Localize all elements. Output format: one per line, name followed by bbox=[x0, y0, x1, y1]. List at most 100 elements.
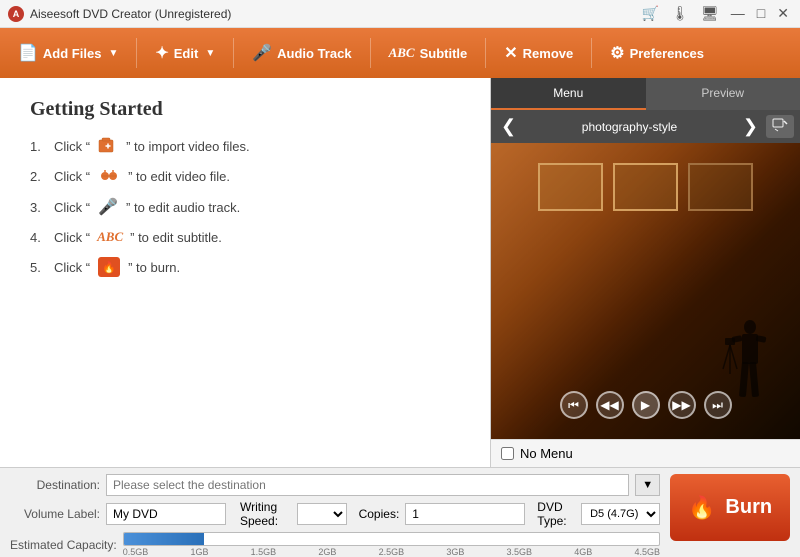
fast-forward-button[interactable]: ▶▶ bbox=[668, 391, 696, 419]
destination-row: Destination: ▼ bbox=[10, 474, 660, 496]
step-4-before: Click “ bbox=[54, 230, 90, 245]
step-1-before: Click “ bbox=[54, 139, 90, 154]
dvd-type-label: DVD Type: bbox=[537, 500, 575, 528]
step-2: 2. Click “ ” to edit video file. bbox=[30, 167, 460, 185]
tab-preview-label: Preview bbox=[701, 86, 744, 100]
step-1: 1. Click “ ” to import video files. bbox=[30, 137, 460, 155]
play-button[interactable]: ▶ bbox=[632, 391, 660, 419]
writing-speed-label: Writing Speed: bbox=[240, 500, 291, 528]
maximize-btn[interactable]: □ bbox=[754, 5, 768, 22]
divider-4 bbox=[485, 38, 486, 68]
no-menu-checkbox[interactable] bbox=[501, 447, 514, 460]
subtitle-button[interactable]: ABC Subtitle bbox=[379, 40, 478, 66]
divider-5 bbox=[591, 38, 592, 68]
volume-label: Volume Label: bbox=[10, 507, 100, 521]
edit-style-button[interactable] bbox=[766, 115, 794, 138]
destination-label: Destination: bbox=[10, 478, 100, 492]
cap-2: 2GB bbox=[318, 547, 336, 557]
rewind-start-button[interactable]: ⏮ bbox=[560, 391, 588, 419]
step-4-num: 4. bbox=[30, 230, 50, 245]
toolbar: 📄 Add Files ▼ ✦ Edit ▼ 🎤 Audio Track ABC… bbox=[0, 28, 800, 78]
edit-button[interactable]: ✦ Edit ▼ bbox=[145, 38, 225, 68]
step-5-after: ” to burn. bbox=[128, 260, 180, 275]
dvd-type-select[interactable]: D5 (4.7G) bbox=[581, 503, 660, 525]
step-4: 4. Click “ ABC ” to edit subtitle. bbox=[30, 229, 460, 245]
burn-button[interactable]: 🔥 Burn bbox=[670, 474, 790, 541]
thermo-icon[interactable]: 🌡 bbox=[668, 5, 692, 22]
audio-track-button[interactable]: 🎤 Audio Track bbox=[242, 38, 361, 68]
app-icon: A bbox=[8, 6, 24, 22]
next-style-button[interactable]: ❯ bbox=[739, 114, 762, 139]
capacity-bar bbox=[123, 532, 660, 546]
rewind-button[interactable]: ◀◀ bbox=[596, 391, 624, 419]
preferences-label: Preferences bbox=[630, 46, 704, 61]
no-menu-row: No Menu bbox=[491, 439, 800, 467]
cap-0.5: 0.5GB bbox=[123, 547, 149, 557]
app-title: Aiseesoft DVD Creator (Unregistered) bbox=[30, 7, 639, 21]
step-2-before: Click “ bbox=[54, 169, 90, 184]
volume-input[interactable] bbox=[106, 503, 226, 525]
thumbnail-1[interactable] bbox=[538, 163, 603, 211]
burn-label: Burn bbox=[725, 496, 772, 519]
edit-step-icon bbox=[98, 167, 120, 185]
step-5-before: Click “ bbox=[54, 260, 90, 275]
add-files-dropdown-icon: ▼ bbox=[108, 48, 118, 59]
remove-button[interactable]: ✕ Remove bbox=[494, 38, 583, 68]
edit-icon: ✦ bbox=[155, 43, 168, 63]
cap-4.5: 4.5GB bbox=[634, 547, 660, 557]
add-files-button[interactable]: 📄 Add Files ▼ bbox=[8, 38, 128, 68]
cap-3.5: 3.5GB bbox=[507, 547, 533, 557]
step-1-after: ” to import video files. bbox=[126, 139, 250, 154]
destination-browse-button[interactable]: ▼ bbox=[635, 474, 660, 496]
preview-image-area: ⏮ ◀◀ ▶ ▶▶ ⏭ bbox=[491, 143, 800, 439]
step-3-before: Click “ bbox=[54, 200, 90, 215]
menu-nav: ❮ photography-style ❯ bbox=[491, 110, 800, 143]
volume-row: Volume Label: Writing Speed: Copies: DVD… bbox=[10, 500, 660, 528]
burn-flame-icon: 🔥 bbox=[688, 495, 715, 521]
destination-input[interactable] bbox=[106, 474, 629, 496]
bottom-left-panel: Destination: ▼ Volume Label: Writing Spe… bbox=[10, 474, 660, 541]
preferences-button[interactable]: ⚙ Preferences bbox=[600, 38, 714, 68]
add-files-step-icon bbox=[98, 137, 118, 155]
getting-started-panel: Getting Started 1. Click “ ” to import v… bbox=[0, 78, 490, 467]
step-5-num: 5. bbox=[30, 260, 50, 275]
step-2-after: ” to edit video file. bbox=[128, 169, 230, 184]
main-area: Getting Started 1. Click “ ” to import v… bbox=[0, 78, 800, 467]
thumbnail-row bbox=[491, 163, 800, 211]
close-btn[interactable]: ✕ bbox=[774, 5, 792, 22]
thumbnail-2[interactable] bbox=[613, 163, 678, 211]
add-files-label: Add Files bbox=[43, 46, 102, 61]
cap-2.5: 2.5GB bbox=[379, 547, 405, 557]
writing-speed-select[interactable] bbox=[297, 503, 346, 525]
audio-step-icon: 🎤 bbox=[98, 197, 118, 217]
tab-preview[interactable]: Preview bbox=[646, 78, 800, 110]
capacity-row: Estimated Capacity: 0.5GB 1GB 1.5GB 2GB … bbox=[10, 532, 660, 557]
divider-2 bbox=[233, 38, 234, 68]
cap-1.5: 1.5GB bbox=[251, 547, 277, 557]
step-3-after: ” to edit audio track. bbox=[126, 200, 240, 215]
estimated-capacity-label: Estimated Capacity: bbox=[10, 538, 117, 552]
playback-controls: ⏮ ◀◀ ▶ ▶▶ ⏭ bbox=[491, 391, 800, 419]
no-menu-label[interactable]: No Menu bbox=[520, 446, 573, 461]
window-controls: 🛒 🌡 🖥 — □ ✕ bbox=[639, 5, 792, 22]
edit-label: Edit bbox=[174, 46, 199, 61]
step-3-num: 3. bbox=[30, 200, 50, 215]
minimize-btn[interactable]: — bbox=[728, 5, 748, 22]
title-bar: A Aiseesoft DVD Creator (Unregistered) 🛒… bbox=[0, 0, 800, 28]
screen-icon[interactable]: 🖥 bbox=[698, 5, 722, 22]
tab-menu-label: Menu bbox=[553, 86, 583, 100]
cap-1: 1GB bbox=[190, 547, 208, 557]
edit-dropdown-icon: ▼ bbox=[205, 48, 215, 59]
thumbnail-3[interactable] bbox=[688, 163, 753, 211]
copies-input[interactable] bbox=[405, 503, 525, 525]
prev-style-button[interactable]: ❮ bbox=[497, 114, 520, 139]
tab-menu[interactable]: Menu bbox=[491, 78, 646, 110]
step-2-num: 2. bbox=[30, 169, 50, 184]
cap-3: 3GB bbox=[446, 547, 464, 557]
forward-end-button[interactable]: ⏭ bbox=[704, 391, 732, 419]
subtitle-icon: ABC bbox=[389, 45, 415, 61]
subtitle-label: Subtitle bbox=[420, 46, 468, 61]
audio-track-label: Audio Track bbox=[277, 46, 351, 61]
cap-4: 4GB bbox=[574, 547, 592, 557]
cart-icon[interactable]: 🛒 bbox=[639, 5, 662, 22]
